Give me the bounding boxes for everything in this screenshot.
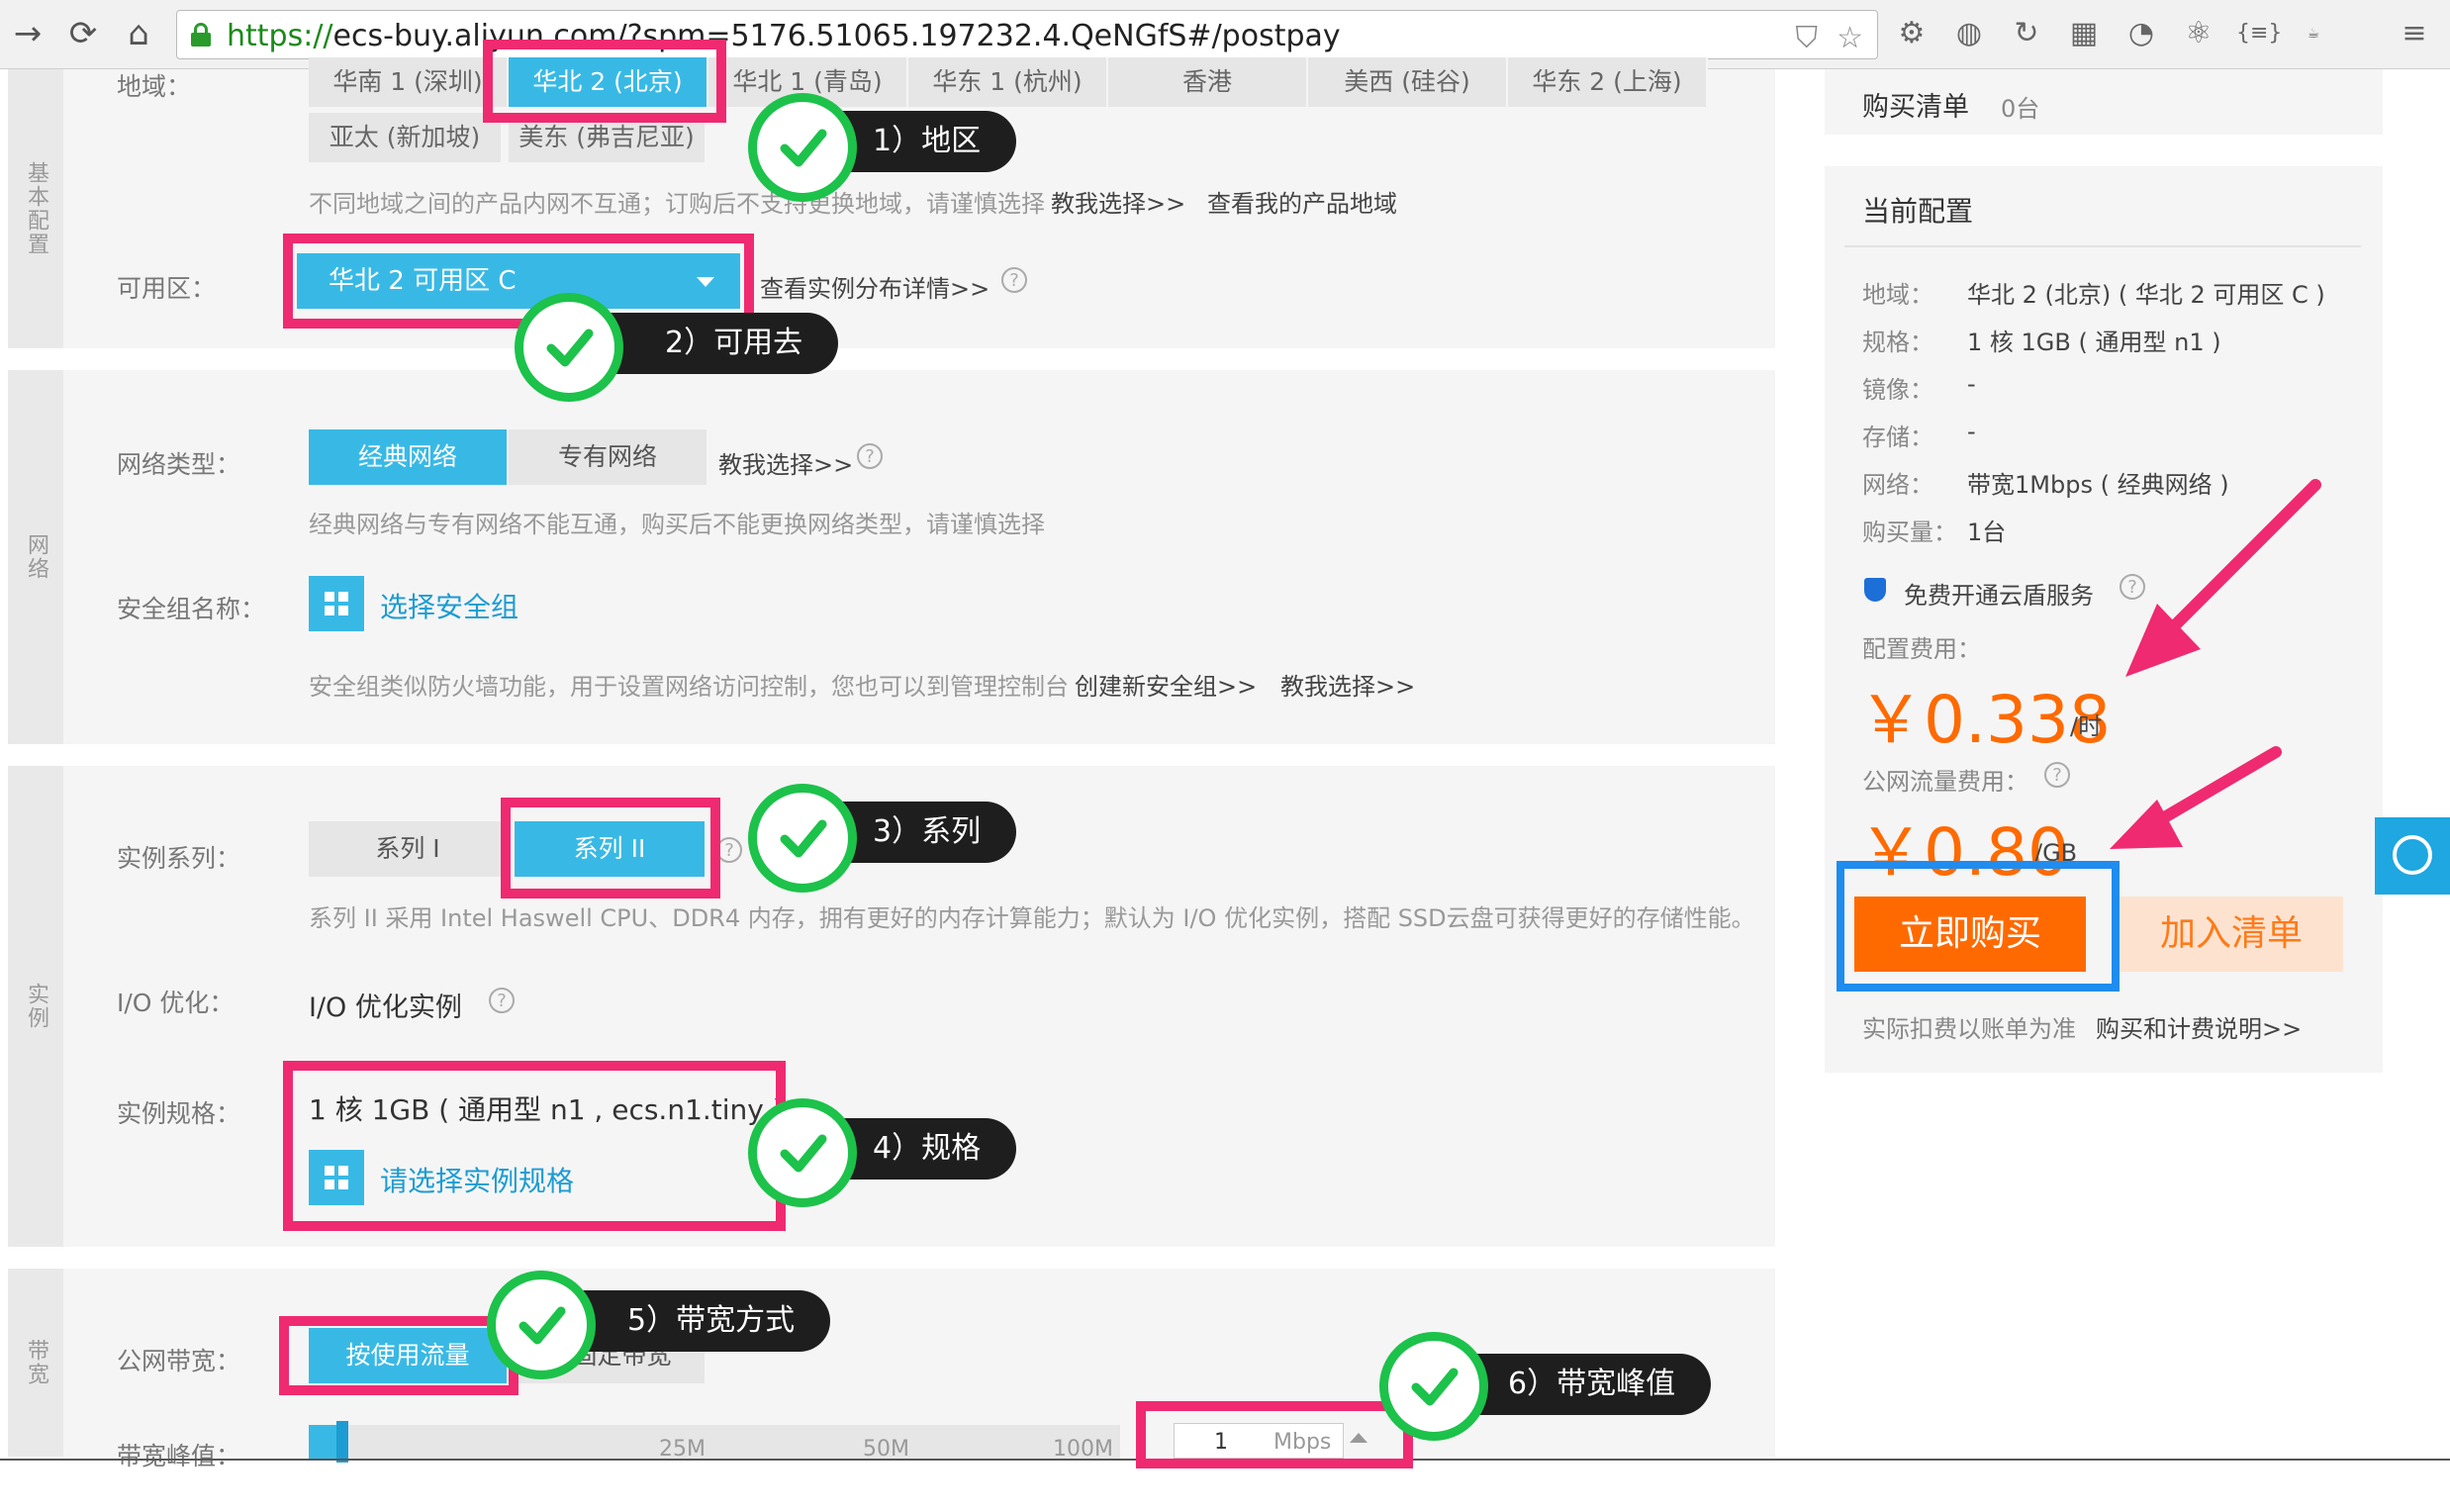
grid-extension-icon[interactable]: ▦ [2064, 14, 2104, 53]
zone-distribution-link[interactable]: 查看实例分布详情>> [760, 269, 989, 304]
settings-gear-icon[interactable]: ⚙ [1892, 14, 1932, 53]
checkmark-icon [1379, 1332, 1488, 1441]
security-group-hint: 安全组类似防火墙功能，用于设置网络访问控制，您也可以到管理控制台 [309, 673, 1069, 701]
summary-row-label: 规格： [1862, 329, 1933, 356]
help-question-icon[interactable]: ? [2044, 762, 2070, 788]
clock-extension-icon[interactable]: ◔ [2121, 14, 2161, 53]
step-2-callout: 2）可用去 [594, 313, 839, 374]
instance-spec-label: 实例规格： [117, 1099, 241, 1128]
network-type-hint: 经典网络与专有网络不能互通，购买后不能更换网络类型，请谨慎选择 [309, 511, 1045, 538]
highlight-bandwidth-mode-box [279, 1316, 518, 1395]
my-regions-link[interactable]: 查看我的产品地域 [1207, 184, 1397, 219]
summary-row-label: 购买量： [1862, 519, 1957, 546]
bandwidth-tab: 带宽 [8, 1269, 63, 1457]
highlight-buy-now-box [1837, 861, 2120, 992]
summary-row-label: 存储： [1862, 424, 1933, 451]
lock-icon [191, 23, 211, 47]
add-to-cart-button[interactable]: 加入清单 [2120, 897, 2343, 972]
traffic-fee-label: 公网流量费用： [1862, 768, 2028, 796]
highlight-series-box [501, 798, 720, 898]
address-bar[interactable]: https://ecs-buy.aliyun.com/?spm=5176.510… [176, 10, 1878, 59]
region-option[interactable]: 华南 1 (深圳) [309, 57, 509, 107]
public-bandwidth-label: 公网带宽： [117, 1347, 241, 1375]
checkmark-icon [748, 93, 857, 202]
zone-label: 可用区： [117, 274, 217, 303]
divider [1844, 245, 2361, 247]
summary-row-value: 1台 [1967, 519, 2007, 546]
summary-row-value: - [1967, 418, 1976, 445]
checkmark-icon [515, 293, 623, 402]
security-group-help-link[interactable]: 教我选择>> [1280, 667, 1415, 702]
region-option[interactable]: 美西 (硅谷) [1308, 57, 1508, 107]
cart-label[interactable]: 购买清单 [1862, 85, 1969, 124]
region-option[interactable]: 亚太 (新加坡) [309, 113, 503, 162]
io-optimization-value: I/O 优化实例 [309, 992, 462, 1023]
billing-note: 实际扣费以账单为准 [1862, 1015, 2076, 1043]
checkmark-icon [487, 1271, 596, 1379]
headset-icon [2393, 835, 2432, 875]
billing-info-link[interactable]: 购买和计费说明>> [2096, 1009, 2302, 1044]
region-option[interactable]: 华东 2 (上海) [1508, 57, 1708, 107]
highlight-spec-box [283, 1061, 786, 1231]
shield-icon [1864, 578, 1886, 602]
series-hint: 系列 II 采用 Intel Haswell CPU、DDR4 内存，拥有更好的… [309, 904, 1755, 932]
summary-row-value: 华北 2 (北京) ( 华北 2 可用区 C ) [1967, 281, 2325, 309]
instance-tab: 实例 [8, 766, 63, 1247]
reload-icon[interactable]: ⟳ [63, 14, 103, 53]
step-5-callout: 5）带宽方式 [556, 1290, 831, 1352]
region-help-link[interactable]: 教我选择>> [1051, 184, 1185, 219]
basic-config-tab: 基本配置 [8, 69, 63, 348]
io-optimization-label: I/O 优化： [117, 989, 235, 1017]
shield-icon[interactable]: ⛉ [1796, 21, 1819, 55]
checkmark-icon [748, 784, 857, 893]
grid-icon[interactable] [309, 576, 364, 631]
slider-handle[interactable] [336, 1421, 348, 1463]
summary-row-value: 1 核 1GB ( 通用型 n1 ) [1967, 329, 2221, 356]
coffeescript-extension-icon[interactable]: ☕ [2294, 14, 2333, 53]
home-icon[interactable]: ⌂ [119, 14, 158, 53]
current-config-title: 当前配置 [1862, 195, 1974, 228]
highlight-region-box [483, 40, 726, 123]
network-type-label: 网络类型： [117, 450, 241, 479]
cart-count: 0台 [2001, 95, 2040, 123]
series-label: 实例系列： [117, 844, 241, 873]
customer-service-widget[interactable] [2375, 817, 2450, 895]
bandwidth-slider[interactable]: 25M 50M 100M [309, 1421, 1120, 1463]
highlight-bandwidth-peak-box [1136, 1401, 1413, 1468]
security-group-label: 安全组名称： [117, 595, 266, 623]
cloud-shield-link[interactable]: 免费开通云盾服务 [1904, 576, 2094, 611]
menu-icon[interactable]: ≡ [2395, 14, 2434, 53]
region-option[interactable]: 香港 [1108, 57, 1308, 107]
summary-row-label: 地域： [1862, 281, 1933, 309]
series-1-option[interactable]: 系列 I [309, 821, 507, 877]
network-type-vpc[interactable]: 专有网络 [509, 429, 707, 485]
summary-row-label: 网络： [1862, 471, 1933, 499]
json-extension-icon[interactable]: {≡} [2236, 14, 2282, 53]
network-help-link[interactable]: 教我选择>> [718, 445, 853, 480]
region-label: 地域： [117, 72, 192, 101]
react-extension-icon[interactable]: ⚛ [2179, 14, 2218, 53]
bookmark-star-icon[interactable]: ☆ [1837, 21, 1863, 55]
region-hint: 不同地域之间的产品内网不互通；订购后不支持更换地域，请谨慎选择 [309, 190, 1045, 218]
create-security-group-link[interactable]: 创建新安全组>> [1075, 667, 1257, 702]
cart-panel: 购买清单 0台 [1825, 69, 2383, 135]
arrow-annotations [2110, 479, 2321, 849]
config-fee-label: 配置费用： [1862, 635, 1981, 663]
globe-extension-icon[interactable]: ◍ [1949, 14, 1989, 53]
summary-row-label: 镜像： [1862, 376, 1933, 404]
help-question-icon[interactable]: ? [1001, 267, 1027, 293]
checkmark-icon [748, 1098, 857, 1207]
forward-icon[interactable]: → [8, 14, 47, 53]
network-type-classic[interactable]: 经典网络 [309, 429, 507, 485]
url-text: https://ecs-buy.aliyun.com/?spm=5176.510… [227, 19, 1341, 53]
region-option[interactable]: 华东 1 (杭州) [908, 57, 1108, 107]
select-security-group-link[interactable]: 选择安全组 [380, 586, 518, 625]
summary-row-value: - [1967, 370, 1976, 398]
network-tab: 网络 [8, 370, 63, 744]
help-question-icon[interactable]: ? [489, 988, 515, 1013]
help-question-icon[interactable]: ? [857, 443, 883, 469]
peak-bandwidth-label: 带宽峰值： [117, 1442, 241, 1470]
sync-extension-icon[interactable]: ↻ [2007, 14, 2046, 53]
